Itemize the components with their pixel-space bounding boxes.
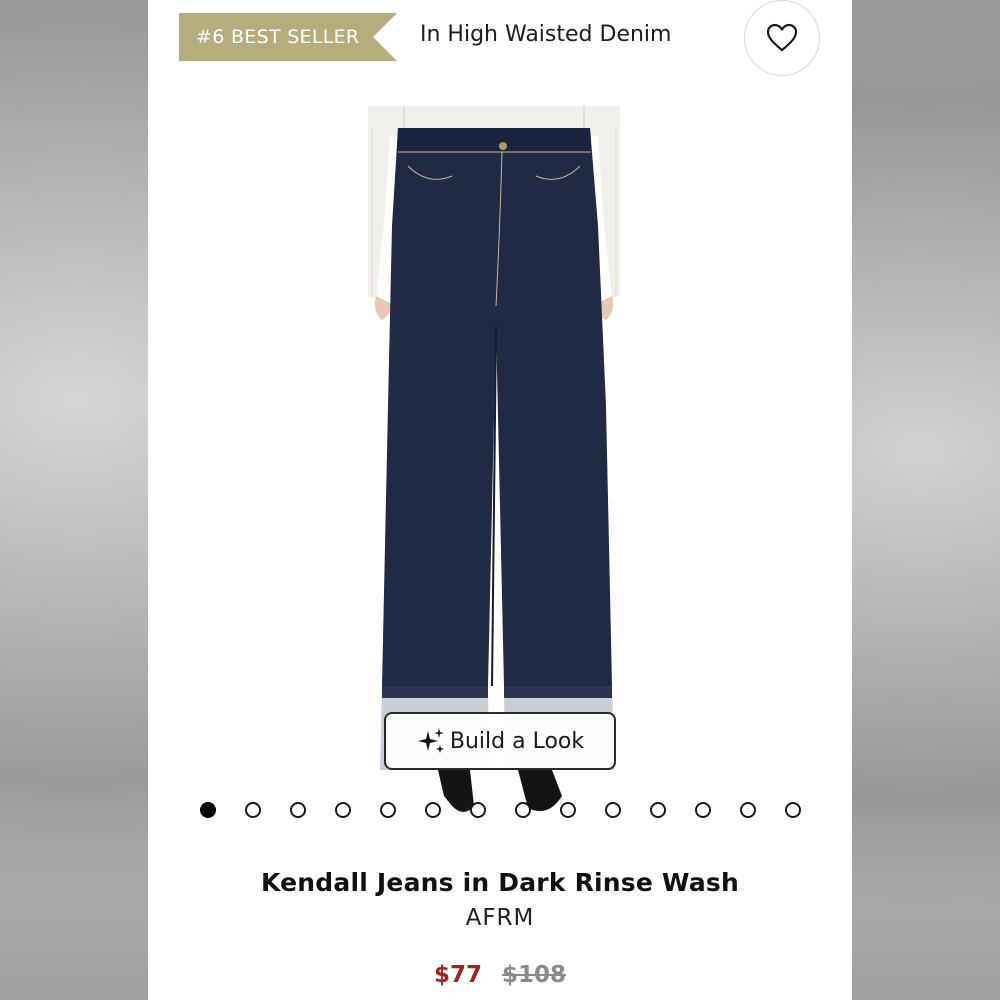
product-card: #6 BEST SELLER In High Waisted Denim Bui… [148, 0, 852, 1000]
best-seller-label: #6 BEST SELLER [196, 26, 360, 48]
favorite-button[interactable] [744, 0, 820, 76]
carousel-dot[interactable] [380, 802, 396, 818]
price-block: $77 $108 [148, 962, 852, 988]
product-brand[interactable]: AFRM [148, 905, 852, 931]
carousel-dot[interactable] [695, 802, 711, 818]
product-title: Kendall Jeans in Dark Rinse Wash [261, 868, 739, 897]
carousel-dot[interactable] [335, 802, 351, 818]
build-a-look-button[interactable]: Build a Look [384, 712, 616, 770]
sparkles-icon [417, 728, 444, 753]
carousel-dot[interactable] [425, 802, 441, 818]
sale-price: $77 [433, 962, 482, 988]
carousel-dot[interactable] [200, 802, 216, 818]
carousel-dot[interactable] [290, 802, 306, 818]
carousel-dot[interactable] [515, 802, 531, 818]
carousel-dot[interactable] [560, 802, 576, 818]
carousel-dot[interactable] [245, 802, 261, 818]
carousel-dot[interactable] [650, 802, 666, 818]
category-link[interactable]: In High Waisted Denim [420, 22, 671, 47]
carousel-dot[interactable] [470, 802, 486, 818]
build-a-look-label: Build a Look [449, 728, 585, 754]
carousel-dot[interactable] [785, 802, 801, 818]
best-seller-badge: #6 BEST SELLER [179, 13, 397, 61]
carousel-dot[interactable] [605, 802, 621, 818]
original-price: $108 [502, 962, 567, 988]
carousel-pagination [200, 802, 801, 822]
heart-outline-icon [766, 23, 798, 52]
carousel-dot[interactable] [740, 802, 756, 818]
